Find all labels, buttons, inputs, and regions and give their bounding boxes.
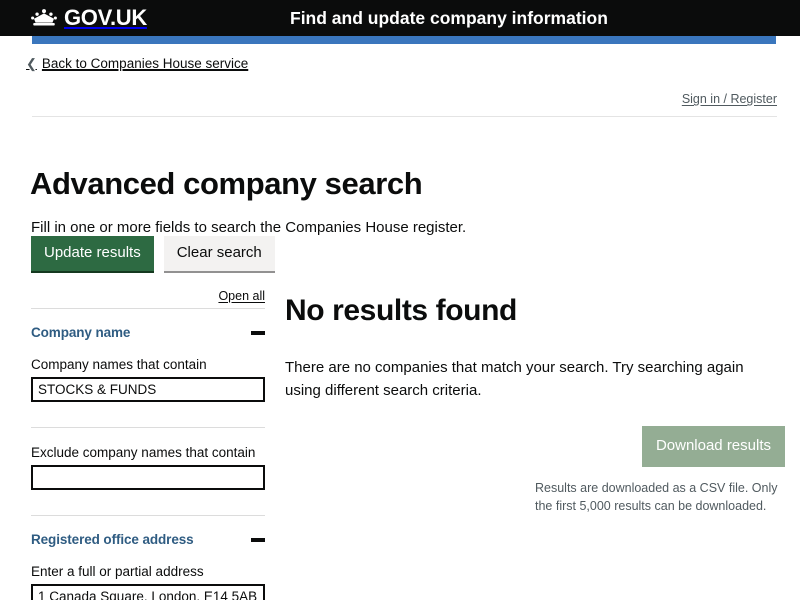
field-company-names-contain: Company names that contain	[31, 357, 265, 402]
field-label-address: Enter a full or partial address	[31, 564, 204, 579]
results-empty-message: There are no companies that match your s…	[285, 358, 744, 399]
field-spacer-2	[31, 490, 265, 510]
header-blue-bar	[32, 36, 776, 44]
open-all-row: Open all	[31, 289, 265, 303]
govuk-header: GOV.UK Find and update company informati…	[0, 0, 800, 36]
back-link-label: Back to Companies House service	[41, 56, 249, 71]
filters-lower-divider	[31, 515, 265, 516]
download-note: Results are downloaded as a CSV file. On…	[535, 480, 778, 513]
minus-icon[interactable]	[251, 330, 265, 335]
field-registered-office-address: Enter a full or partial address	[31, 564, 265, 600]
filters-mid-divider	[31, 427, 265, 428]
download-results-button[interactable]: Download results	[641, 425, 785, 467]
accordion-company-name-title: Company name	[31, 325, 131, 340]
clear-search-button[interactable]: Clear search	[163, 236, 275, 271]
govuk-wordmark: GOV.UK	[64, 5, 147, 30]
search-filters-panel: Open all Company name Company names that…	[31, 289, 265, 600]
page-root: GOV.UK Find and update company informati…	[0, 0, 800, 600]
download-row: Download results	[285, 425, 785, 467]
results-title: No results found	[285, 293, 517, 327]
field-spacer	[31, 402, 265, 422]
header-divider	[32, 116, 777, 117]
back-to-service-link[interactable]: ❮ Back to Companies House service	[26, 56, 248, 71]
accordion-registered-office-address-header[interactable]: Registered office address	[31, 532, 265, 547]
company-names-contain-input[interactable]	[31, 377, 265, 402]
exclude-company-names-input[interactable]	[31, 465, 265, 490]
field-label-exclude-company-names: Exclude company names that contain	[31, 445, 256, 460]
open-all-link[interactable]: Open all	[218, 289, 265, 303]
crown-icon	[30, 8, 58, 28]
results-panel: No results found There are no companies …	[285, 266, 785, 527]
accordion-registered-office-address-title: Registered office address	[31, 532, 194, 547]
chevron-left-icon: ❮	[26, 56, 37, 71]
service-name: Find and update company information	[290, 8, 608, 28]
govuk-logo-link[interactable]: GOV.UK	[30, 7, 147, 29]
search-actions: Update results Clear search	[31, 236, 275, 271]
minus-icon[interactable]	[251, 537, 265, 542]
update-results-button[interactable]: Update results	[31, 236, 154, 271]
filters-top-divider	[31, 308, 265, 309]
field-exclude-company-names: Exclude company names that contain	[31, 445, 265, 490]
field-label-company-names-contain: Company names that contain	[31, 357, 207, 372]
accordion-company-name-header[interactable]: Company name	[31, 325, 265, 340]
page-title: Advanced company search	[30, 165, 423, 201]
registered-office-address-input[interactable]	[31, 584, 265, 600]
sign-in-register-link[interactable]: Sign in / Register	[682, 92, 777, 106]
